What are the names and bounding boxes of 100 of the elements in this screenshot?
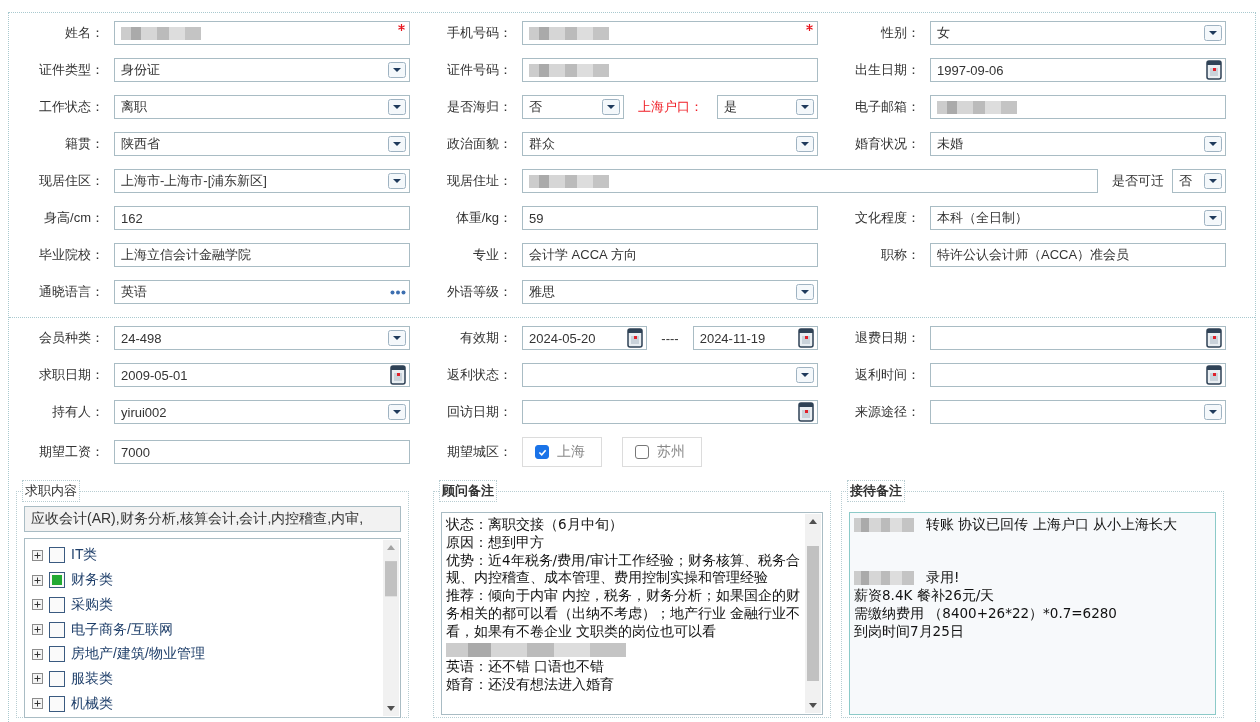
field-label: 期望城区： [446, 443, 513, 461]
field-label: 返利状态： [446, 366, 513, 384]
text-field[interactable] [114, 21, 410, 45]
tree-item[interactable]: 采购类 [71, 595, 113, 614]
dropdown[interactable]: 群众 [522, 132, 818, 156]
calendar-icon[interactable] [390, 365, 406, 385]
field-label: 会员种类： [38, 329, 105, 347]
field-label: 文化程度： [854, 209, 921, 227]
field-label: 证件号码： [446, 61, 513, 79]
expand-icon[interactable] [32, 574, 43, 586]
dropdown[interactable]: 未婚 [930, 132, 1226, 156]
field-label: 手机号码： [446, 24, 513, 42]
note-paragraph: 到岗时间7月25日 [854, 622, 965, 641]
calendar-icon[interactable] [798, 328, 814, 348]
calendar-icon[interactable] [798, 402, 814, 422]
calendar-icon[interactable] [627, 328, 644, 348]
date-field[interactable]: 2024-05-20 [522, 326, 648, 350]
field-label: 籍贯： [64, 135, 105, 153]
more-icon[interactable] [390, 289, 406, 295]
calendar-icon[interactable] [1206, 328, 1222, 348]
field-label: 证件类型： [38, 61, 105, 79]
tree-item[interactable]: IT类 [71, 546, 98, 565]
text-field[interactable] [522, 58, 818, 82]
date-field[interactable]: 2024-11-19 [692, 326, 818, 350]
scrollbar[interactable] [805, 514, 821, 713]
field-label: 通晓语言： [38, 283, 105, 301]
text-field[interactable] [930, 95, 1226, 119]
checkbox[interactable] [49, 547, 65, 564]
note-paragraph: 优势：近4年税务/费用/审计工作经验；财务核算、税务合规、内控稽查、成本管理、费用控制实操和管理经验 [446, 551, 801, 588]
note-paragraph: 婚育：还没有想法进入婚育 [446, 676, 615, 694]
field-label: 上海户口： [636, 98, 704, 116]
field-label: 返利时间： [854, 366, 921, 384]
expand-icon[interactable] [32, 673, 43, 685]
checkbox[interactable] [635, 445, 649, 459]
checkbox[interactable] [49, 621, 65, 638]
dropdown[interactable]: 24-498 [114, 326, 410, 350]
text-field[interactable] [522, 21, 818, 45]
text-field[interactable] [522, 169, 1098, 193]
calendar-icon[interactable] [1206, 60, 1222, 80]
text-field[interactable]: 162 [114, 206, 410, 230]
expand-icon[interactable] [32, 624, 43, 635]
tree-item[interactable]: 机械类 [71, 694, 113, 713]
calendar-icon[interactable] [1206, 365, 1222, 385]
tree-item[interactable]: 财务类 [71, 571, 113, 590]
checkbox[interactable] [49, 646, 65, 663]
text-field[interactable]: 会计学 ACCA 方向 [522, 243, 818, 267]
field-label: 工作状态： [38, 98, 105, 116]
date-field[interactable]: 2009-05-01 [114, 363, 410, 387]
panel-title: 顾问备注 [439, 480, 497, 502]
dropdown[interactable]: 女 [930, 21, 1226, 45]
expand-icon[interactable] [32, 698, 43, 710]
dropdown[interactable]: 雅思 [522, 280, 818, 304]
checkbox-option[interactable]: 苏州 [622, 437, 702, 467]
tree-item[interactable]: 服装类 [71, 669, 113, 688]
field-label: 身高/cm： [43, 209, 105, 227]
date-field[interactable] [930, 326, 1226, 350]
field-label: 专业： [472, 246, 513, 264]
tree-item[interactable]: 房地产/建筑/物业管理 [71, 645, 205, 664]
date-field[interactable]: 1997-09-06 [930, 58, 1226, 82]
scrollbar[interactable] [383, 540, 399, 716]
checkbox[interactable] [49, 670, 65, 687]
field-label: 回访日期： [446, 403, 513, 421]
dropdown[interactable]: 否 [1172, 169, 1226, 193]
text-field[interactable]: 应收会计(AR),财务分析,核算会计,会计,内控稽查,内审, [24, 506, 401, 532]
dropdown[interactable]: 陕西省 [114, 132, 410, 156]
expand-icon[interactable] [32, 599, 43, 611]
tree-item[interactable]: 电子商务/互联网 [71, 620, 173, 639]
checkbox-option[interactable]: 上海 [522, 437, 602, 467]
text-field[interactable]: 59 [522, 206, 818, 230]
checkbox[interactable] [49, 596, 65, 613]
text-field[interactable]: 上海立信会计金融学院 [114, 243, 410, 267]
field-label: 期望工资： [38, 443, 105, 461]
dropdown[interactable]: 否 [522, 95, 624, 119]
field-label: 体重/kg： [454, 209, 513, 227]
expand-icon[interactable] [32, 549, 43, 561]
field-label: 职称： [880, 246, 921, 264]
dropdown[interactable]: 本科（全日制） [930, 206, 1226, 230]
panel-title: 接待备注 [847, 480, 905, 502]
checkbox[interactable] [49, 572, 65, 589]
checkbox[interactable] [535, 445, 549, 459]
dropdown[interactable]: 身份证 [114, 58, 410, 82]
text-field[interactable]: 英语 [114, 280, 410, 304]
text-area[interactable]: 转账 协议已回传 上海户口 从小上海长大 录用! 薪资8.4K 餐补26元/天 需缴纳费用 （8400+26*22）*0.7=6280 到岗时间7月25日 [849, 512, 1216, 715]
checkbox[interactable] [49, 695, 65, 712]
field-label: 婚育状况： [854, 135, 921, 153]
date-field[interactable] [930, 363, 1226, 387]
field-label: 电子邮箱： [854, 98, 921, 116]
date-field[interactable] [522, 400, 818, 424]
dropdown[interactable]: 是 [716, 95, 818, 119]
dropdown[interactable]: yirui002 [114, 400, 410, 424]
dropdown[interactable]: 上海市-上海市-[浦东新区] [114, 169, 410, 193]
field-label: 出生日期： [854, 61, 921, 79]
text-field[interactable]: 7000 [114, 440, 410, 464]
text-area[interactable]: 状态：离职交接（6月中旬） 原因：想到甲方 优势：近4年税务/费用/审计工作经验；财务核算、税务合规、内控稽查、成本管理、费用控制实操和管理经验 推荐：倾向于内审 内控，税务，财务分析；如果国企的财务相关的都可以看（出纳不考虑）；地产行业 金融行业不看，如果有不卷企业 文职类的岗位也可以看 英语：还不错 口语也不错 婚育：还没有想法进入婚育 [441, 512, 823, 715]
expand-icon[interactable] [32, 648, 43, 660]
note-paragraph: 状态：离职交接（6月中旬） [446, 516, 624, 534]
dropdown[interactable]: 离职 [114, 95, 410, 119]
blurred-text [854, 518, 914, 532]
panel-title: 求职内容 [22, 480, 80, 502]
text-field[interactable]: 特许公认会计师（ACCA）准会员 [930, 243, 1226, 267]
